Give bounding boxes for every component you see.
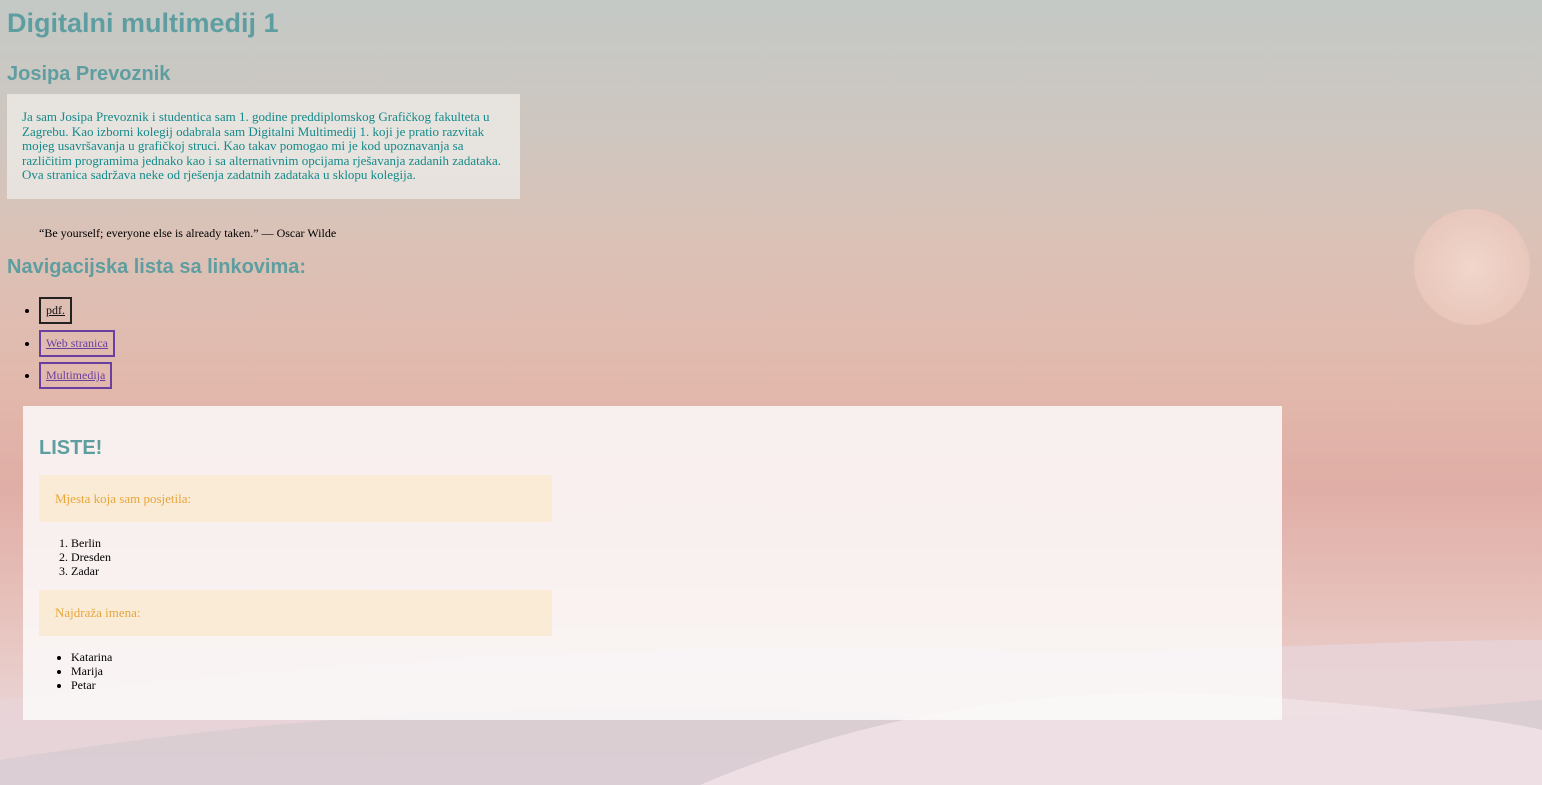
list-item: Katarina [71,650,112,664]
places-label: Mjesta koja sam posjetila: [55,490,192,506]
nav-item: Multimedija [39,362,115,395]
link-web-stranica[interactable]: Web stranica [39,329,116,357]
list-item: Marija [71,664,112,678]
nav-list: pdf. Web stranica Multimedija [0,297,116,395]
nav-heading: Navigacijska lista sa linkovima: [7,256,307,278]
page-content: Digitalni multimedij 1 Josipa Prevoznik [0,0,1542,85]
list-item: Berlin [71,536,111,550]
nav-item: Web stranica [39,329,116,363]
link-pdf[interactable]: pdf. [39,297,72,324]
places-list: Berlin Dresden Zadar [23,536,111,578]
names-label-box: Najdraža imena: [39,590,552,636]
intro-paragraph: Ja sam Josipa Prevoznik i studentica sam… [7,94,520,199]
page-title: Digitalni multimedij 1 [7,8,279,38]
nav-item: pdf. [39,297,115,330]
quote: “Be yourself; everyone else is already t… [39,226,337,240]
list-item: Dresden [71,550,111,564]
moon-shape [1414,209,1530,325]
places-label-box: Mjesta koja sam posjetila: [39,475,552,522]
lists-panel: LISTE! Mjesta koja sam posjetila: Berlin… [23,406,1282,720]
names-list: Katarina Marija Petar [23,650,112,692]
names-label: Najdraža imena: [55,605,141,620]
list-item: Petar [71,678,112,692]
author-name: Josipa Prevoznik [7,63,171,85]
link-multimedija[interactable]: Multimedija [39,362,113,389]
lists-heading: LISTE! [39,437,103,459]
list-item: Zadar [71,564,111,578]
